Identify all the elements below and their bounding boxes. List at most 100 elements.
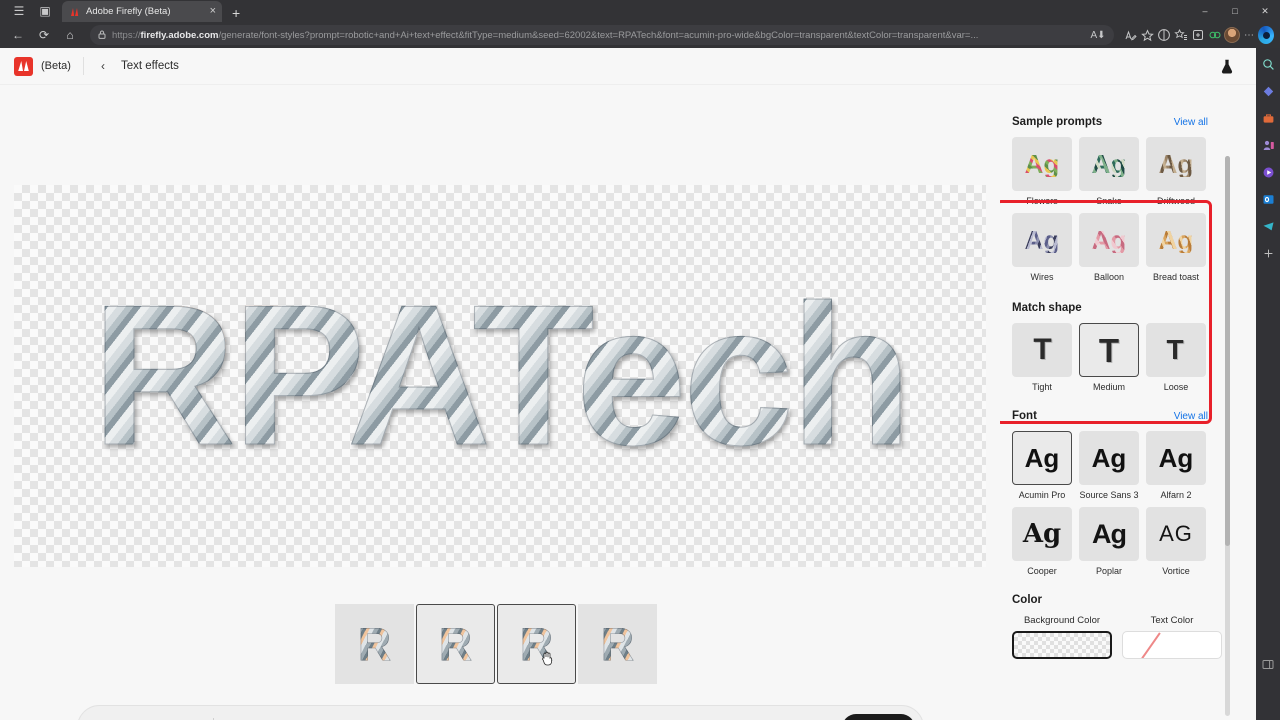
add-icon[interactable] (1260, 245, 1276, 261)
font-label: Acumin Pro (1018, 490, 1066, 500)
firefly-page: (Beta) ‹ Text effects RPATech R R R R Sa… (0, 48, 1256, 720)
font-label: Source Sans 3 (1079, 490, 1139, 500)
text-color-swatch[interactable] (1122, 631, 1222, 659)
browser-tab[interactable]: Adobe Firefly (Beta) × (62, 1, 222, 22)
font-cooper[interactable]: Ag Cooper (1012, 507, 1072, 576)
maximize-button[interactable]: □ (1220, 0, 1250, 22)
browser-essentials-icon[interactable] (1207, 27, 1223, 43)
font-vortice[interactable]: AG Vortice (1146, 507, 1206, 576)
font-alfarn-2[interactable]: Ag Alfarn 2 (1146, 431, 1206, 500)
close-tab-icon[interactable]: × (210, 6, 216, 17)
shape-label: Loose (1163, 382, 1189, 392)
match-shape-loose[interactable]: T Loose (1146, 323, 1206, 392)
font-grid: Ag Acumin Pro Ag Source Sans 3 Ag Alfarn… (1012, 431, 1208, 576)
sample-prompt-bread-toast[interactable]: Ag Bread toast (1146, 213, 1206, 282)
search-icon[interactable] (1260, 56, 1276, 72)
tools-icon[interactable] (1260, 110, 1276, 126)
panel-scrollbar[interactable] (1225, 156, 1230, 716)
sample-prompt-balloon[interactable]: Ag Balloon (1079, 213, 1139, 282)
sample-prompt-wires[interactable]: Ag Wires (1012, 213, 1072, 282)
close-window-button[interactable]: ✕ (1250, 0, 1280, 22)
font-header: Font View all (1012, 410, 1208, 422)
artwork-canvas[interactable]: RPATech (14, 185, 986, 567)
split-screen-icon[interactable]: ▣ (32, 0, 58, 22)
sample-prompt-flowers[interactable]: Ag Flowers (1012, 137, 1072, 206)
split-screen-icon[interactable] (1156, 27, 1172, 43)
font-acumin-pro[interactable]: Ag Acumin Pro (1012, 431, 1072, 500)
beaker-icon[interactable] (1218, 57, 1236, 75)
sample-label: Driftwood (1156, 196, 1195, 206)
url-domain: firefly.adobe.com (140, 29, 219, 41)
font-label: Cooper (1027, 566, 1057, 576)
text-color-label: Text Color (1150, 615, 1194, 626)
favorites-icon[interactable] (1173, 27, 1189, 43)
shopping-tag-icon[interactable] (1260, 83, 1276, 99)
font-glyph: Ag (1091, 443, 1127, 473)
font-source-sans-3[interactable]: Ag Source Sans 3 (1079, 431, 1139, 500)
sample-glyph: Ag (1024, 149, 1060, 179)
variation-glyph: R (438, 618, 473, 670)
read-aloud-icon[interactable] (1122, 27, 1138, 43)
color-section: Color Background Color Text Color (1012, 594, 1222, 659)
color-row: Background Color Text Color (1012, 615, 1222, 659)
sample-prompt-driftwood[interactable]: Ag Driftwood (1146, 137, 1206, 206)
font-glyph: AG (1159, 521, 1193, 546)
tab-actions-icon[interactable]: ☰ (6, 0, 32, 22)
contacts-icon[interactable] (1260, 137, 1276, 153)
sample-prompts-grid: Ag Flowers Ag Snake Ag Driftwood Ag Wire… (1012, 137, 1208, 282)
new-tab-button[interactable]: + (232, 6, 240, 22)
copilot-icon[interactable] (1258, 26, 1274, 44)
variation-thumb-1[interactable]: R (335, 604, 414, 684)
more-options-icon[interactable]: ⋯ (1241, 27, 1257, 43)
match-shape-tight[interactable]: T Tight (1012, 323, 1072, 392)
artwork-text: RPATech (14, 185, 986, 567)
window-controls: – □ ✕ (1190, 0, 1280, 22)
toolbar-actions: ⋯ (1122, 26, 1274, 44)
background-color-label: Background Color (1023, 615, 1101, 626)
firefly-favicon (68, 6, 80, 17)
sample-prompt-snake[interactable]: Ag Snake (1079, 137, 1139, 206)
refresh-button[interactable]: Refresh (842, 713, 915, 720)
background-color-swatch[interactable] (1012, 631, 1112, 659)
background-color-control[interactable]: Background Color (1012, 615, 1112, 659)
sample-label: Flowers (1026, 196, 1058, 206)
read-aloud-icon[interactable]: A⬇ (1090, 27, 1106, 43)
breadcrumb[interactable]: Text effects (121, 60, 179, 72)
media-icon[interactable] (1260, 164, 1276, 180)
profile-avatar[interactable] (1224, 27, 1240, 43)
telegram-icon[interactable] (1260, 218, 1276, 234)
url-scheme: https:// (112, 29, 141, 41)
outlook-icon[interactable] (1260, 191, 1276, 207)
match-shape-medium[interactable]: T Medium (1079, 323, 1139, 392)
shape-label: Tight (1032, 382, 1052, 392)
sidebar-toggle-icon[interactable] (1260, 656, 1276, 672)
font-poplar[interactable]: Ag Poplar (1079, 507, 1139, 576)
font-view-all[interactable]: View all (1174, 411, 1208, 422)
sample-glyph: Ag (1091, 149, 1127, 179)
panel-scrollbar-thumb[interactable] (1225, 156, 1230, 546)
font-glyph: Ag (1158, 443, 1194, 473)
variation-thumb-3[interactable]: R (497, 604, 576, 684)
star-icon[interactable] (1139, 27, 1155, 43)
variation-thumb-2[interactable]: R (416, 604, 495, 684)
collections-icon[interactable] (1190, 27, 1206, 43)
section-title: Font (1012, 410, 1037, 422)
shape-glyph: T (1098, 331, 1120, 369)
lock-icon (98, 30, 106, 41)
sample-prompts-view-all[interactable]: View all (1174, 117, 1208, 128)
header-divider (82, 57, 84, 75)
home-button[interactable]: ⌂ (58, 24, 82, 46)
text-color-control[interactable]: Text Color (1122, 615, 1222, 659)
reload-button[interactable]: ⟳ (32, 24, 56, 46)
sample-prompts-header: Sample prompts View all (1012, 116, 1208, 128)
url-text: https://firefly.adobe.com/generate/font-… (112, 30, 1084, 41)
font-label: Poplar (1095, 566, 1122, 576)
minimize-button[interactable]: – (1190, 0, 1220, 22)
back-button[interactable]: ← (6, 24, 30, 46)
adobe-firefly-logo[interactable] (14, 56, 33, 76)
address-bar[interactable]: https://firefly.adobe.com/generate/font-… (90, 25, 1114, 45)
variation-thumb-4[interactable]: R (578, 604, 657, 684)
back-chevron-icon[interactable]: ‹ (96, 59, 110, 73)
section-title: Sample prompts (1012, 116, 1103, 128)
variation-glyph: R (600, 618, 635, 670)
